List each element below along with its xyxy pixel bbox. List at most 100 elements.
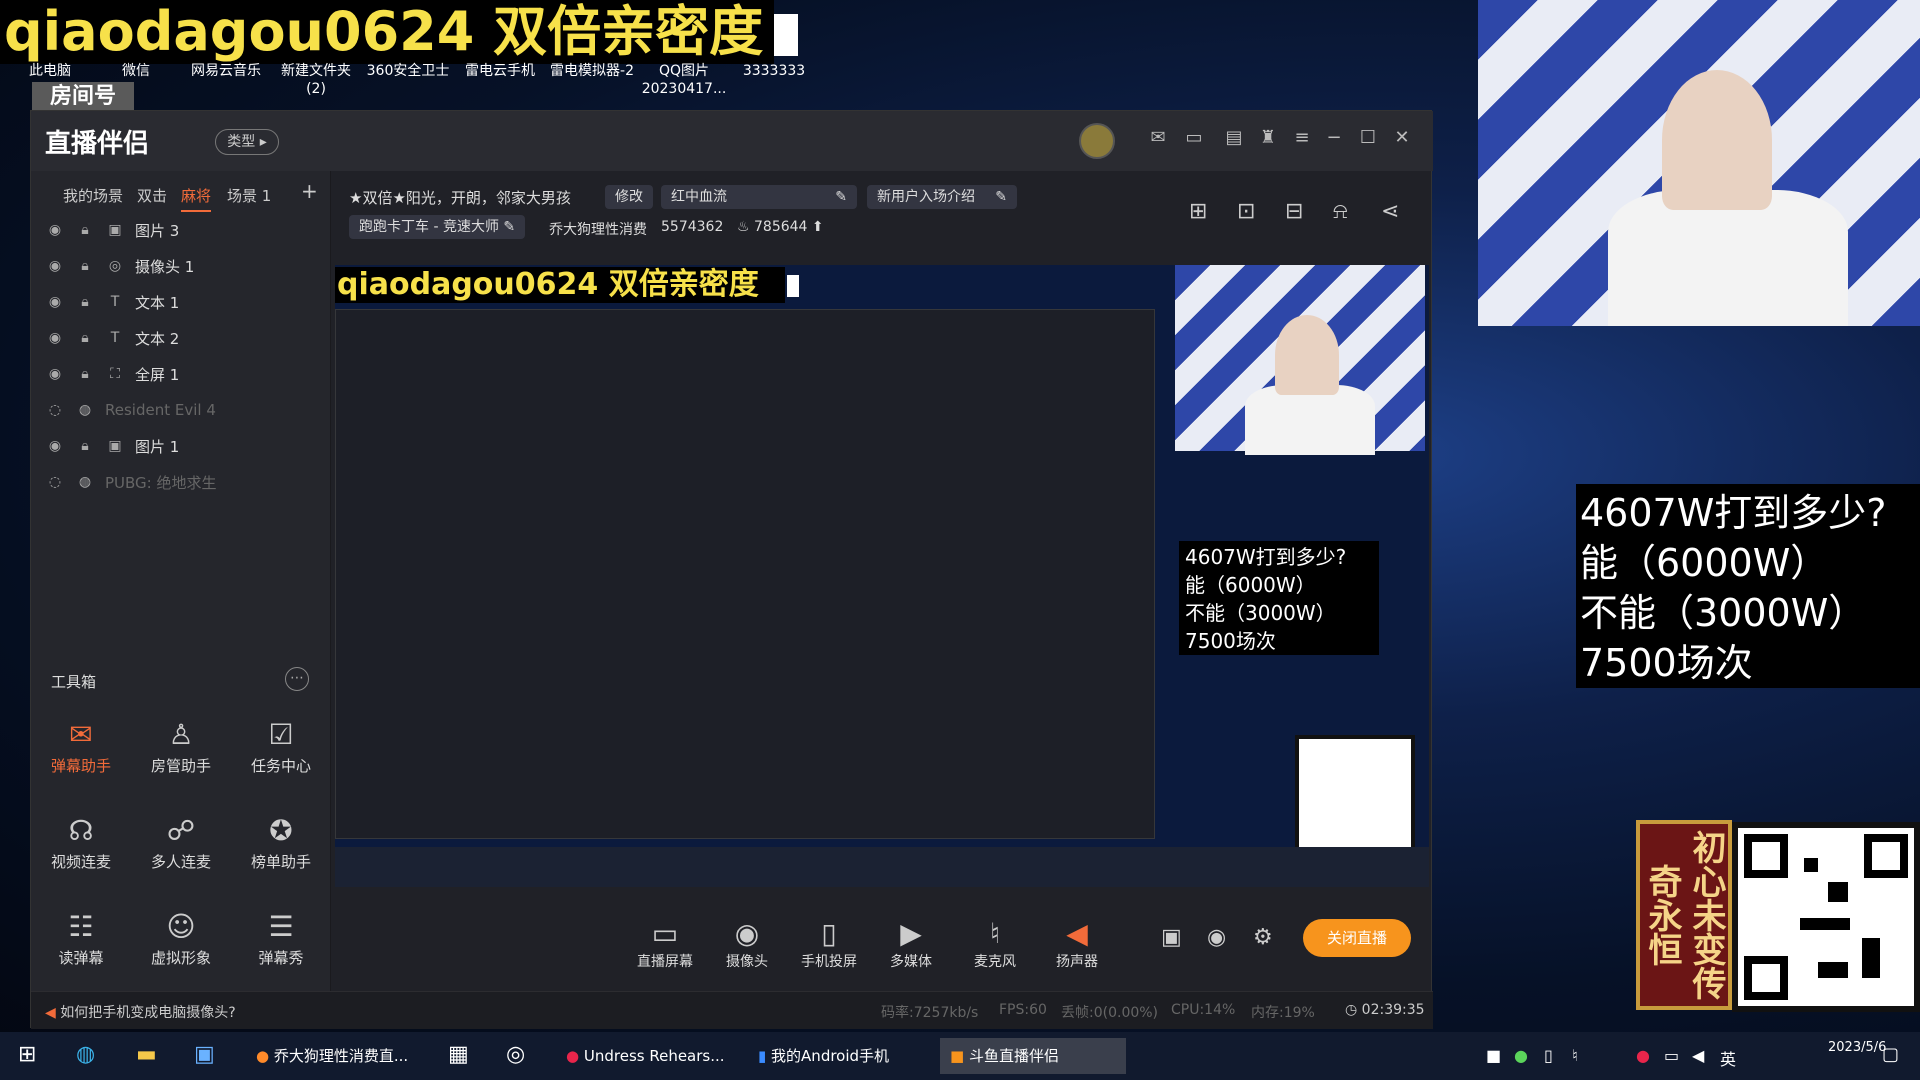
task-android-phone[interactable]: ▮ 我的Android手机 <box>748 1038 918 1074</box>
windows-start-icon[interactable]: ⊞ <box>18 1042 36 1067</box>
edge-icon[interactable]: ◍ <box>76 1042 95 1067</box>
desktop-icon-qq-image[interactable]: QQ图片 20230417... <box>634 62 734 98</box>
panel-icon[interactable]: ▤ <box>1221 127 1247 148</box>
tool-avatar[interactable]: ☺ 虚拟形象 <box>131 907 231 987</box>
type-button[interactable]: 类型 ▸ <box>215 129 279 155</box>
tray-usb-icon[interactable]: ▯ <box>1544 1046 1553 1065</box>
multimedia-button[interactable]: ▶ 多媒体 <box>871 917 951 971</box>
share-icon[interactable]: ⋖ <box>1381 199 1399 224</box>
task-firefox[interactable]: ● 乔大狗理性消费直... <box>246 1038 416 1074</box>
file-explorer-icon[interactable]: ▬ <box>136 1042 157 1067</box>
tray-volume-icon[interactable]: ◀ <box>1692 1046 1704 1065</box>
tray-app-icon[interactable]: ■ <box>1486 1046 1501 1065</box>
desktop-icon-360[interactable]: 360安全卫士 <box>358 62 458 80</box>
taskbar-date[interactable]: 2023/5/6 <box>1828 1040 1886 1056</box>
eye-icon[interactable]: ◉ <box>45 330 65 346</box>
task-undress-rehearsal[interactable]: ● Undress Rehears... <box>556 1038 728 1074</box>
stop-live-button[interactable]: 关闭直播 <box>1303 919 1411 957</box>
tray-mic-icon[interactable]: ♮ <box>1572 1046 1578 1065</box>
tab-mahjong[interactable]: 麻将 <box>181 185 212 212</box>
tool-ranking[interactable]: ✪ 榜单助手 <box>231 811 331 891</box>
settings-gear-icon[interactable]: ⚙ <box>1253 925 1273 950</box>
eye-hidden-icon[interactable]: ◌ <box>45 402 65 418</box>
tool-task-center[interactable]: ☑ 任务中心 <box>231 715 331 795</box>
tip-link[interactable]: ◀ 如何把手机变成电脑摄像头? <box>45 1002 236 1022</box>
bell-icon[interactable]: ⍾ <box>1333 199 1348 224</box>
desktop-icon-netease-music[interactable]: 网易云音乐 <box>176 62 276 80</box>
lock-icon[interactable]: 🔒︎ <box>75 294 95 310</box>
new-user-intro-chip[interactable]: 新用户入场介绍 ✎ <box>867 185 1017 209</box>
desktop-icon-this-pc[interactable]: 此电脑 <box>0 62 100 80</box>
edit-icon[interactable]: ✎ <box>835 185 847 209</box>
shirt-icon[interactable]: ♜ <box>1255 127 1281 148</box>
calculator-icon[interactable]: ▦ <box>448 1042 469 1067</box>
unlock-icon[interactable]: ⊡ <box>1237 199 1255 224</box>
speaker-button[interactable]: ◀ 扬声器 <box>1037 917 1117 971</box>
eye-icon[interactable]: ◉ <box>1207 925 1226 950</box>
microphone-button[interactable]: ♮ 麦克风 <box>955 917 1035 971</box>
eye-icon[interactable]: ◉ <box>45 258 65 274</box>
edit-icon[interactable]: ✎ <box>995 185 1007 209</box>
theme-chip[interactable]: 红中血流 ✎ <box>661 185 857 209</box>
tab-my-scenes[interactable]: 我的场景 <box>63 185 123 206</box>
maximize-icon[interactable]: ☐ <box>1355 127 1381 148</box>
add-scene-icon[interactable]: + <box>301 179 318 203</box>
tool-room-admin[interactable]: ♙ 房管助手 <box>131 715 231 795</box>
ime-indicator[interactable]: 英 <box>1720 1046 1736 1070</box>
tab-double-click[interactable]: 双击 <box>137 185 167 206</box>
store-icon[interactable]: ▣ <box>194 1042 215 1067</box>
layer-item[interactable]: ◉ 🔒︎ ▣ 图片 3 <box>45 215 325 245</box>
layer-item[interactable]: ◌ ◍ Resident Evil 4 <box>45 395 325 425</box>
lock-icon[interactable]: 🔒︎ <box>75 438 95 454</box>
desktop-icon-wechat[interactable]: 微信 <box>86 62 186 80</box>
eye-hidden-icon[interactable]: ◌ <box>45 474 65 490</box>
tray-wechat-icon[interactable]: ● <box>1514 1046 1528 1065</box>
camera-button[interactable]: ◉ 摄像头 <box>707 917 787 971</box>
tray-network-icon[interactable]: ▭ <box>1664 1046 1679 1065</box>
layer-item[interactable]: ◉ 🔒︎ T 文本 1 <box>45 287 325 317</box>
layer-item[interactable]: ◉ 🔒︎ ◎ 摄像头 1 <box>45 251 325 281</box>
close-icon[interactable]: ✕ <box>1389 127 1415 148</box>
record-icon[interactable]: ▣ <box>1161 925 1182 950</box>
tray-opera-icon[interactable]: ● <box>1636 1046 1650 1065</box>
edit-title-button[interactable]: 修改 <box>605 185 653 209</box>
tool-danmu-assistant[interactable]: ✉ 弹幕助手 <box>31 715 131 795</box>
layout-icon[interactable]: ⊟ <box>1285 199 1303 224</box>
eye-icon[interactable]: ◉ <box>45 294 65 310</box>
mail-icon[interactable]: ✉ <box>1145 127 1171 148</box>
eye-icon[interactable]: ◉ <box>45 222 65 238</box>
layer-item[interactable]: ◌ ◍ PUBG: 绝地求生 <box>45 467 325 497</box>
task-douyu-live[interactable]: ■ 斗鱼直播伴侣 <box>940 1038 1126 1074</box>
layer-item[interactable]: ◉ 🔒︎ ▣ 图片 1 <box>45 431 325 461</box>
menu-icon[interactable]: ≡ <box>1289 127 1315 148</box>
tool-video-link[interactable]: ☊ 视频连麦 <box>31 811 131 891</box>
lock-icon[interactable]: 🔒︎ <box>75 330 95 346</box>
minimize-icon[interactable]: − <box>1321 127 1347 148</box>
tool-read-danmu[interactable]: ☷ 读弹幕 <box>31 907 131 987</box>
desktop-icon-ld-cloud-phone[interactable]: 雷电云手机 <box>450 62 550 80</box>
stream-preview[interactable]: qiaodagou0624 双倍亲密度 4607W打到多少? 能（6000W） … <box>335 265 1429 887</box>
lock-icon[interactable]: 🔒︎ <box>75 366 95 382</box>
more-icon[interactable]: ⋯ <box>285 667 309 691</box>
category-chip[interactable]: 跑跑卡丁车 - 竞速大师 ✎ <box>349 215 526 239</box>
lock-icon[interactable]: 🔒︎ <box>75 222 95 238</box>
desktop-icon-new-folder[interactable]: 新建文件夹 (2) <box>266 62 366 98</box>
obs-icon[interactable]: ◎ <box>506 1042 525 1067</box>
lock-icon[interactable]: 🔒︎ <box>75 258 95 274</box>
gift-icon[interactable]: ⊞ <box>1189 199 1207 224</box>
phone-cast-button[interactable]: ▯ 手机投屏 <box>789 917 869 971</box>
eye-icon[interactable]: ◉ <box>45 438 65 454</box>
tab-scene-1[interactable]: 场景 1 <box>227 185 271 206</box>
desktop-icon-ld-emulator[interactable]: 雷电模拟器-2 <box>542 62 642 80</box>
user-avatar[interactable] <box>1079 123 1115 159</box>
screen-icon[interactable]: ▭ <box>1181 127 1207 148</box>
edit-icon[interactable]: ✎ <box>503 219 515 235</box>
layer-item[interactable]: ◉ 🔒︎ ⛶ 全屏 1 <box>45 359 325 389</box>
tool-multi-link[interactable]: ☍ 多人连麦 <box>131 811 231 891</box>
desktop-icon-3333333[interactable]: 3333333 <box>724 62 824 80</box>
screen-capture-button[interactable]: ▭ 直播屏幕 <box>625 917 705 971</box>
tool-danmu-show[interactable]: ☰ 弹幕秀 <box>231 907 331 987</box>
notification-icon[interactable]: ▢ <box>1882 1044 1899 1065</box>
layer-item[interactable]: ◉ 🔒︎ T 文本 2 <box>45 323 325 353</box>
eye-icon[interactable]: ◉ <box>45 366 65 382</box>
